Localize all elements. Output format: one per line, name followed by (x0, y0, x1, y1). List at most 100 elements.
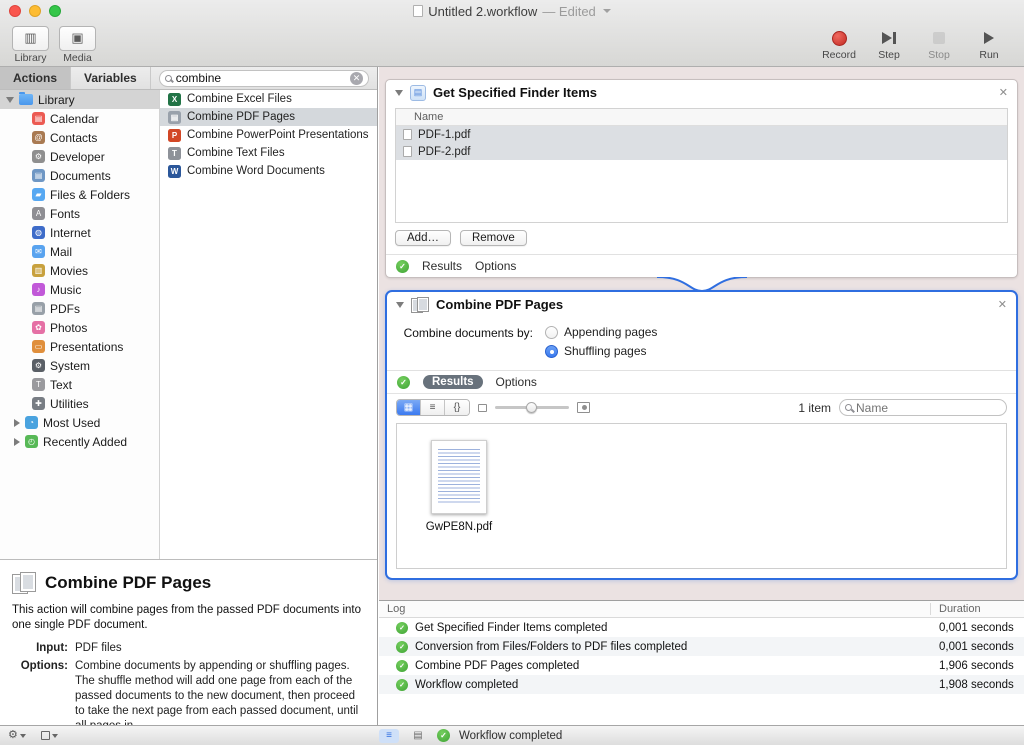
log-row[interactable]: Workflow completed 1,908 seconds (379, 675, 1024, 694)
sidebar-category-item[interactable]: ✉ Mail (0, 242, 159, 261)
search-field[interactable] (159, 70, 369, 87)
table-row[interactable]: PDF-2.pdf (396, 143, 1007, 160)
clear-search-icon[interactable] (350, 72, 363, 85)
log-duration: 0,001 seconds (930, 641, 1024, 653)
remove-action-icon[interactable] (998, 298, 1007, 311)
sidebar-category-item[interactable]: ▭ Presentations (0, 337, 159, 356)
titlebar: Untitled 2.workflow — Edited (0, 0, 1024, 22)
view-mode-segmented-control: ▦ ≡ {} (396, 399, 470, 416)
sidebar-item-library-root[interactable]: Library (0, 90, 159, 109)
sidebar-category-item[interactable]: ◍ Internet (0, 223, 159, 242)
sidebar-category-item[interactable]: ▰ Files & Folders (0, 185, 159, 204)
media-toolbar-button[interactable]: ▣ Media (59, 26, 96, 64)
collapse-action-icon[interactable] (396, 302, 404, 308)
log-duration: 1,908 seconds (930, 679, 1024, 691)
log-column-header[interactable]: Log (379, 603, 930, 615)
action1-results-link[interactable]: Results (422, 259, 462, 273)
sidebar-category-label: Internet (50, 226, 91, 240)
results-search-field[interactable] (839, 399, 1007, 416)
table-empty-area (396, 160, 1007, 222)
thumbnail-size-slider[interactable] (495, 401, 569, 414)
log-row[interactable]: Combine PDF Pages completed 1,906 second… (379, 656, 1024, 675)
action-list-item[interactable]: P Combine PowerPoint Presentations (160, 126, 377, 144)
category-icon: ▰ (32, 188, 45, 201)
sidebar-category-item[interactable]: ⚙ Developer (0, 147, 159, 166)
sidebar-smart-group-item[interactable]: ◴ Recently Added (0, 432, 159, 451)
category-icon: ✿ (32, 321, 45, 334)
action2-options-link[interactable]: Options (496, 375, 537, 389)
disclosure-triangle-icon[interactable] (6, 97, 14, 103)
step-button[interactable]: Step (866, 28, 912, 61)
sidebar-category-item[interactable]: ✚ Utilities (0, 394, 159, 413)
action-connector (385, 277, 1018, 292)
sidebar-category-item[interactable]: T Text (0, 375, 159, 394)
input-value: PDF files (75, 641, 365, 656)
window-title: Untitled 2.workflow — Edited (413, 4, 611, 19)
minimize-window-button[interactable] (29, 5, 41, 17)
sidebar-smart-group-item[interactable]: ◔ Most Used (0, 413, 159, 432)
radio-appending-pages[interactable]: Appending pages (545, 325, 657, 339)
source-view-button[interactable]: {} (445, 400, 469, 415)
action1-options-link[interactable]: Options (475, 259, 516, 273)
status-message: Workflow completed (459, 730, 562, 742)
workflow-canvas: ▤ Get Specified Finder Items Name PDF-1.… (379, 67, 1024, 600)
results-search-input[interactable] (856, 401, 1001, 415)
radio-shuffling-pages[interactable]: Shuffling pages (545, 344, 657, 358)
log-message: Conversion from Files/Folders to PDF fil… (415, 641, 930, 653)
sidebar-category-label: Text (50, 378, 72, 392)
action2-results-tab-selected[interactable]: Results (423, 375, 483, 389)
settings-popup-button[interactable]: ⚙ (8, 730, 26, 741)
sidebar-category-item[interactable]: A Fonts (0, 204, 159, 223)
remove-button[interactable]: Remove (460, 230, 527, 246)
log-row[interactable]: Conversion from Files/Folders to PDF fil… (379, 637, 1024, 656)
action-list-item[interactable]: X Combine Excel Files (160, 90, 377, 108)
duration-column-header[interactable]: Duration (930, 603, 1024, 615)
disclosure-triangle-icon[interactable] (14, 419, 20, 427)
action-list-item[interactable]: ▤ Combine PDF Pages (160, 108, 377, 126)
tab-actions[interactable]: Actions (0, 67, 71, 89)
category-icon: ◍ (32, 226, 45, 239)
action1-header: ▤ Get Specified Finder Items (386, 80, 1017, 105)
run-button[interactable]: Run (966, 28, 1012, 61)
add-button[interactable]: Add… (395, 230, 451, 246)
sidebar-category-item[interactable]: @ Contacts (0, 128, 159, 147)
result-file-name: GwPE8N.pdf (426, 521, 492, 533)
title-chevron-icon[interactable] (603, 9, 611, 13)
zoom-window-button[interactable] (49, 5, 61, 17)
sidebar-category-item[interactable]: ⚙ System (0, 356, 159, 375)
pdf-file-icon (403, 146, 412, 157)
workflow-view-button[interactable]: ▤ (408, 729, 428, 743)
slider-thumb[interactable] (526, 402, 537, 413)
sidebar-category-item[interactable]: ♪ Music (0, 280, 159, 299)
sidebar-category-item[interactable]: ▤ PDFs (0, 299, 159, 318)
category-icon: ▤ (32, 302, 45, 315)
tab-variables[interactable]: Variables (71, 67, 151, 89)
table-column-header[interactable]: Name (396, 109, 1007, 126)
sidebar-category-item[interactable]: ▤ Documents (0, 166, 159, 185)
list-view-button[interactable]: ≡ (421, 400, 445, 415)
log-row[interactable]: Get Specified Finder Items completed 0,0… (379, 618, 1024, 637)
sidebar-category-item[interactable]: ✿ Photos (0, 318, 159, 337)
disclosure-triangle-icon[interactable] (14, 438, 20, 446)
remove-action-icon[interactable] (999, 86, 1008, 99)
record-icon (832, 31, 847, 46)
close-window-button[interactable] (9, 5, 21, 17)
action-list-item[interactable]: W Combine Word Documents (160, 162, 377, 180)
category-icon: ▭ (32, 340, 45, 353)
snippets-popup-button[interactable] (41, 731, 58, 740)
action-list-item[interactable]: T Combine Text Files (160, 144, 377, 162)
library-toolbar-button[interactable]: ▥ Library (12, 26, 49, 64)
sidebar-category-item[interactable]: ▤ Calendar (0, 109, 159, 128)
file-thumbnail-item[interactable]: GwPE8N.pdf (411, 440, 507, 533)
search-input[interactable] (176, 71, 346, 85)
library-panel: Actions Variables Library ▤ (0, 67, 378, 725)
action-list-item-label: Combine PDF Pages (187, 111, 295, 123)
collapse-action-icon[interactable] (395, 90, 403, 96)
log-view-button[interactable]: ≡ (379, 729, 399, 743)
table-row[interactable]: PDF-1.pdf (396, 126, 1007, 143)
sidebar-category-item[interactable]: ▥ Movies (0, 261, 159, 280)
record-button[interactable]: Record (816, 28, 862, 61)
icon-view-button[interactable]: ▦ (397, 400, 421, 415)
description-body: This action will combine pages from the … (12, 603, 365, 633)
description-title: Combine PDF Pages (45, 573, 211, 593)
